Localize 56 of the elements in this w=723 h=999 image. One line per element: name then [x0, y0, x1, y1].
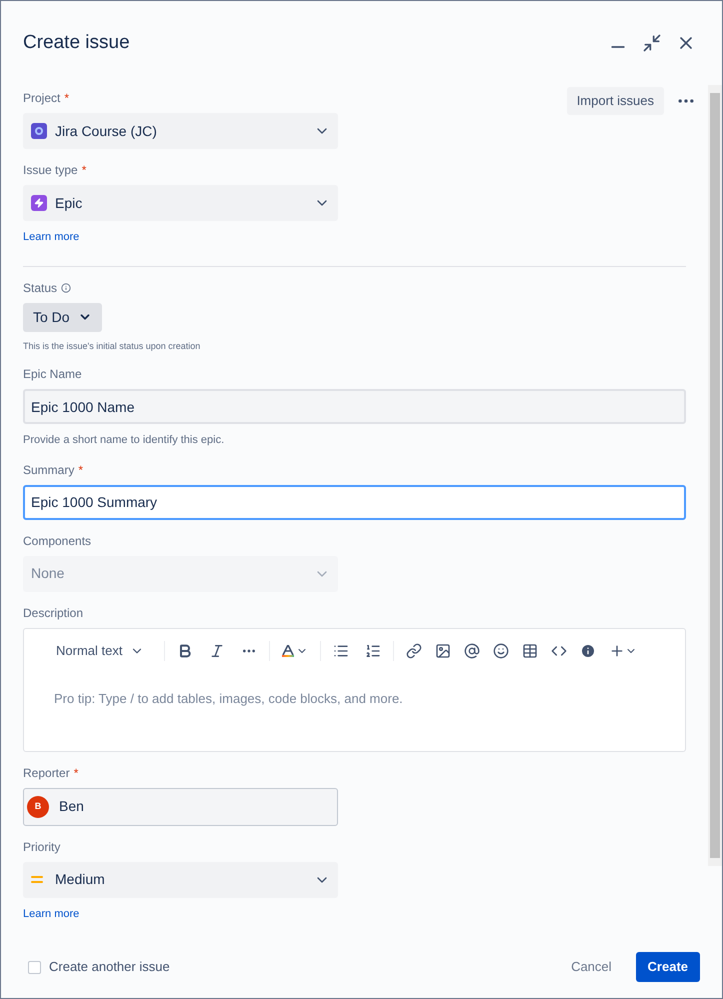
user-name: Ben: [59, 797, 84, 816]
text-style-dropdown[interactable]: Normal text: [48, 640, 152, 660]
required-asterisk: *: [74, 764, 78, 782]
field-label: Components: [23, 532, 92, 550]
bullet-list-icon[interactable]: [333, 642, 350, 658]
select-field[interactable]: Jira Course (JC): [23, 113, 338, 149]
mention-icon[interactable]: [464, 642, 480, 658]
required-asterisk: *: [78, 462, 84, 478]
text-color-icon[interactable]: [282, 644, 308, 656]
lightning-icon: [31, 195, 47, 211]
emoji-icon[interactable]: [493, 642, 510, 658]
table-icon[interactable]: [522, 642, 538, 658]
select-value: None: [31, 564, 66, 583]
help-text: Provide a short name to identify this epic.: [23, 433, 226, 448]
cancel-button[interactable]: Cancel: [559, 952, 624, 982]
plus-icon[interactable]: [609, 642, 638, 658]
info-icon[interactable]: [580, 642, 596, 658]
field-label: Epic Name: [23, 366, 82, 383]
window-title: Create issue: [23, 30, 131, 55]
field-label: Status: [23, 280, 58, 296]
checkbox-label: Create another issue: [49, 958, 170, 976]
image-icon[interactable]: [435, 642, 452, 658]
select-value: Medium: [55, 870, 106, 889]
field-label: Reporter: [23, 764, 70, 782]
scrollbar[interactable]: [708, 85, 722, 866]
collapse-icon[interactable]: [642, 33, 662, 53]
field-label: Project: [23, 90, 60, 107]
text-input[interactable]: Epic 1000 Name: [23, 389, 686, 424]
status-dropdown[interactable]: To Do: [23, 302, 102, 332]
numbered-list-icon[interactable]: [365, 642, 382, 658]
editor-placeholder: Pro tip: Type / to add tables, images, code blocks, and more.: [53, 690, 404, 708]
user-field[interactable]: B Ben: [23, 788, 338, 826]
description-editor[interactable]: Normal text Pro tip: Type / to add tables, images, code blocks, and more.: [23, 628, 686, 752]
select-value: Epic: [55, 194, 84, 213]
create-button[interactable]: Create: [636, 952, 700, 982]
checkbox[interactable]: [28, 960, 41, 974]
project-icon: [31, 123, 47, 139]
link-icon[interactable]: [406, 642, 422, 658]
info-icon: [61, 282, 72, 292]
import-issues-button[interactable]: Import issues: [566, 87, 664, 115]
field-label: Priority: [23, 838, 60, 856]
field-label: Issue type: [23, 162, 78, 179]
select-field[interactable]: Medium: [23, 862, 338, 898]
select-field[interactable]: Epic: [23, 185, 338, 221]
learn-more-link[interactable]: Learn more: [23, 229, 686, 246]
learn-more-link[interactable]: Learn more: [23, 906, 686, 922]
help-text: This is the issue's initial status upon creation: [23, 340, 202, 353]
field-label: Description: [23, 604, 84, 622]
field-label: Summary: [23, 462, 74, 478]
italic-icon[interactable]: [209, 642, 226, 658]
required-asterisk: *: [64, 90, 70, 107]
required-asterisk: *: [82, 162, 86, 179]
text-input[interactable]: Epic 1000 Summary: [23, 484, 686, 520]
bold-icon[interactable]: [177, 642, 194, 658]
select-value: Jira Course (JC): [55, 122, 158, 141]
avatar: B: [27, 796, 49, 818]
